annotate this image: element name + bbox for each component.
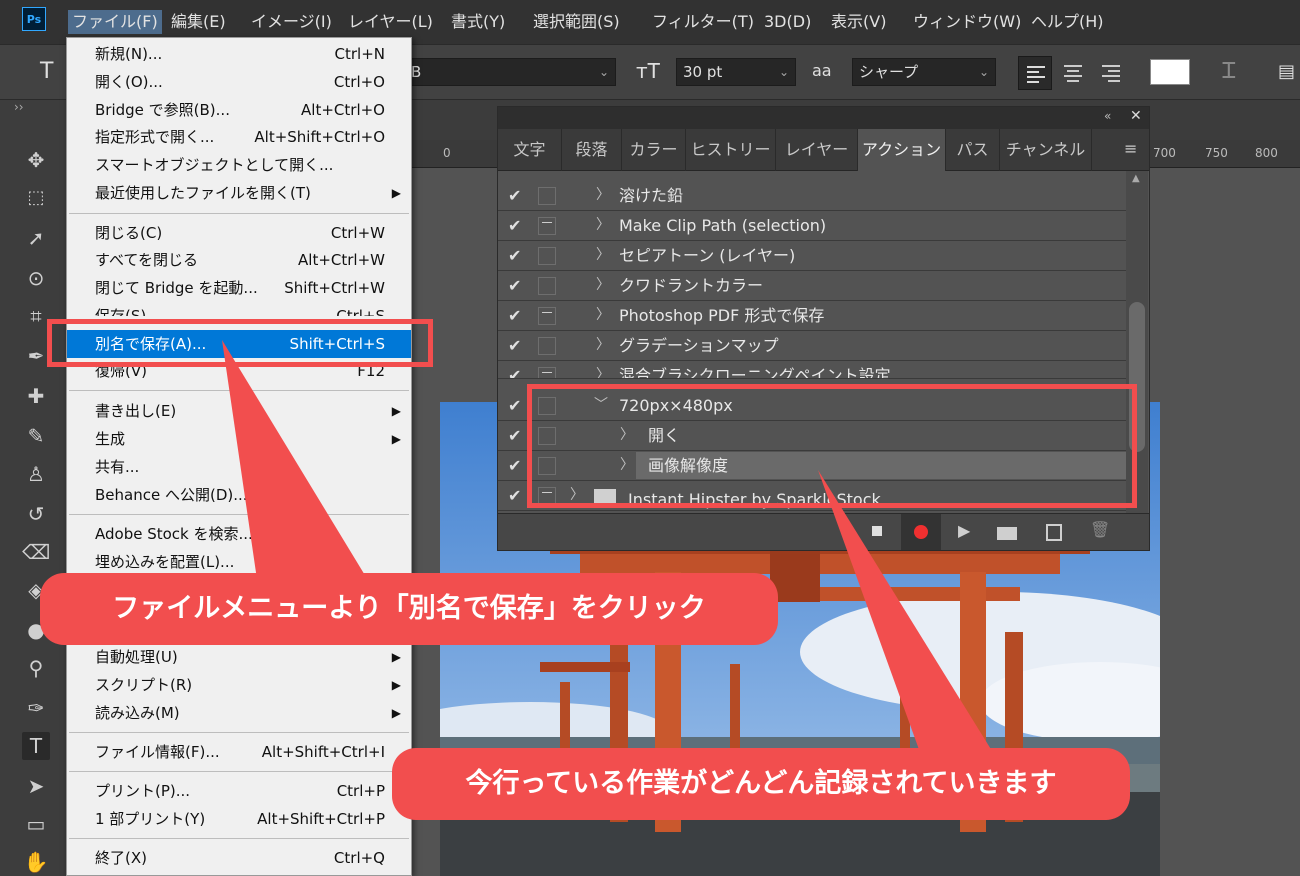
callout-save-as: ファイルメニューより「別名で保存」をクリック xyxy=(40,573,778,645)
callout-pointers xyxy=(222,340,1010,780)
callout-recording: 今行っている作業がどんどん記録されていきます xyxy=(392,748,1130,820)
